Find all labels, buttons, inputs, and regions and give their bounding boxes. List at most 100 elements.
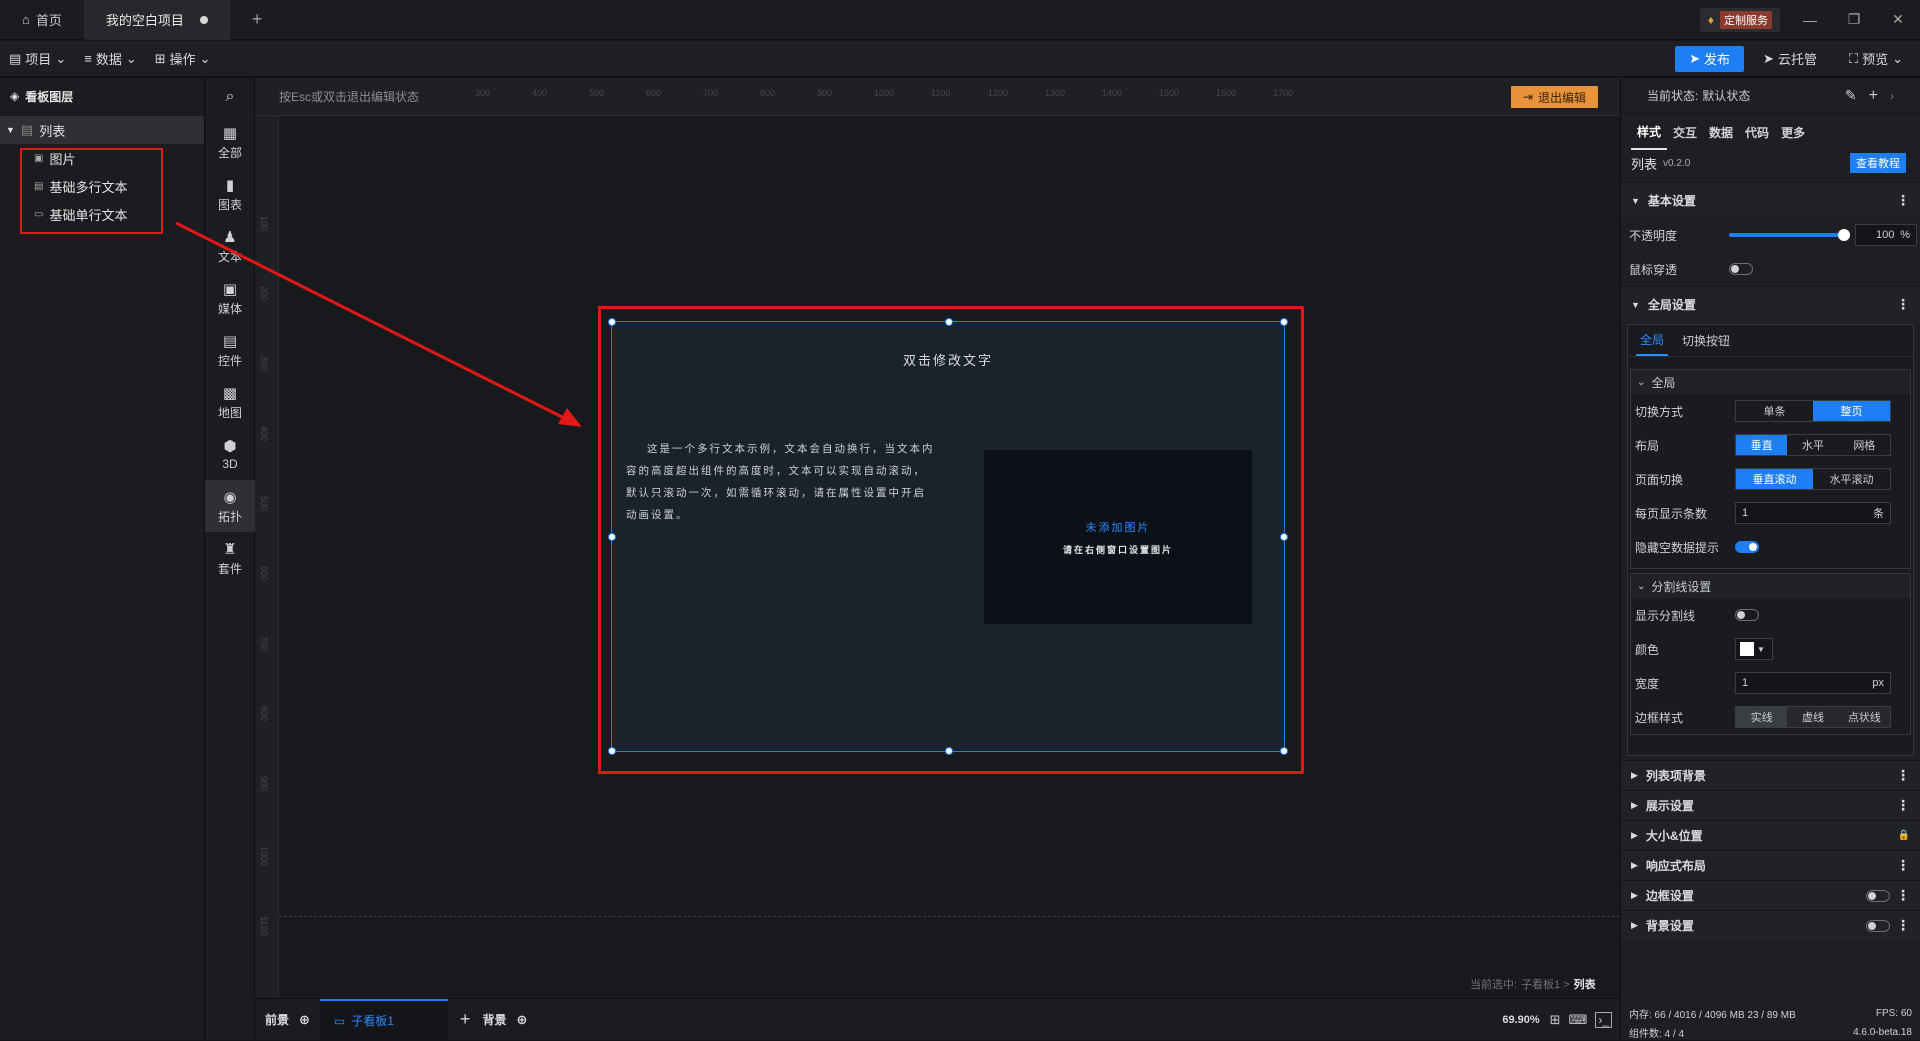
layout-segment[interactable]: 垂直 水平 网格 xyxy=(1735,434,1891,456)
section-collapsed[interactable]: ▶ 列表项背景 ⋮ xyxy=(1621,760,1920,790)
color-picker[interactable]: ▼ xyxy=(1735,638,1773,660)
resize-handle[interactable] xyxy=(945,747,953,755)
section-basic-settings[interactable]: ▼ 基本设置 ⋮ xyxy=(1621,182,1920,218)
menu-project[interactable]: ▤ 项目 ⌄ xyxy=(0,49,75,68)
keyboard-icon[interactable]: ⌨ xyxy=(1569,1012,1588,1028)
width-input[interactable]: 1 px xyxy=(1735,672,1891,694)
per-page-input[interactable]: 1 条 xyxy=(1735,502,1891,524)
tool-chart[interactable]: ▮ 图表 xyxy=(205,168,255,220)
option-horizontal-scroll[interactable]: 水平滚动 xyxy=(1813,469,1890,489)
tab-project[interactable]: 我的空白项目 xyxy=(83,0,230,40)
option-horizontal[interactable]: 水平 xyxy=(1787,435,1838,455)
tool-kit[interactable]: ♜ 套件 xyxy=(205,532,255,584)
section-global-settings[interactable]: ▼ 全局设置 ⋮ xyxy=(1621,286,1920,322)
tool-cube[interactable]: ⬢ 3D xyxy=(205,428,255,480)
foreground-tab[interactable]: 前景 ⊕ xyxy=(255,1011,320,1028)
ruler-tick-label: 600 xyxy=(646,88,662,98)
resize-handle[interactable] xyxy=(1280,747,1288,755)
option-solid[interactable]: 实线 xyxy=(1736,707,1788,727)
tab-home[interactable]: ⌂ 首页 xyxy=(0,0,84,40)
tool-topology[interactable]: ◉ 拓扑 xyxy=(205,480,255,532)
add-icon[interactable]: + xyxy=(1869,87,1878,105)
opacity-input[interactable]: 100 % xyxy=(1855,224,1917,246)
fit-screen-icon[interactable]: ⊞ xyxy=(1550,1012,1561,1028)
tutorial-button[interactable]: 查看教程 xyxy=(1850,153,1906,173)
edit-icon[interactable]: ✎ xyxy=(1845,87,1857,104)
hide-empty-toggle[interactable] xyxy=(1735,541,1759,553)
resize-handle[interactable] xyxy=(945,318,953,326)
resize-handle[interactable] xyxy=(608,318,616,326)
option-vertical-scroll[interactable]: 垂直滚动 xyxy=(1736,469,1813,489)
section-collapsed[interactable]: ▶ 背景设置 ⋮ xyxy=(1621,910,1920,940)
exit-edit-button[interactable]: ⇥ 退出编辑 xyxy=(1510,86,1598,108)
divider-sub-header[interactable]: ⌄ 分割线设置 xyxy=(1631,574,1910,598)
props-tab[interactable]: 样式 xyxy=(1631,115,1668,150)
restore-icon[interactable]: ❐ xyxy=(1832,0,1876,40)
tab-switch-button[interactable]: 切换按钮 xyxy=(1682,332,1730,349)
section-collapsed[interactable]: ▶ 大小&位置 🔒 xyxy=(1621,820,1920,850)
more-icon[interactable]: ⋮ xyxy=(1896,797,1910,814)
option-page[interactable]: 整页 xyxy=(1813,401,1890,421)
resize-handle[interactable] xyxy=(608,533,616,541)
cloud-button[interactable]: ➤ 云托管 xyxy=(1754,49,1826,68)
page-switch-segment[interactable]: 垂直滚动 水平滚动 xyxy=(1735,468,1891,490)
resize-handle[interactable] xyxy=(608,747,616,755)
list-component[interactable]: 双击修改文字 这是一个多行文本示例，文本会自动换行，当文本内容的高度超出组件的高… xyxy=(608,318,1288,755)
minimize-icon[interactable]: — xyxy=(1788,0,1832,40)
props-tab[interactable]: 更多 xyxy=(1775,116,1811,149)
more-icon[interactable]: ⋮ xyxy=(1896,296,1910,313)
option-grid[interactable]: 网格 xyxy=(1839,435,1890,455)
custom-service-button[interactable]: ♦ 定制服务 xyxy=(1699,7,1780,32)
image-placeholder[interactable]: 未添加图片 请在右侧窗口设置图片 xyxy=(984,450,1252,624)
section-toggle[interactable] xyxy=(1866,889,1890,902)
section-toggle[interactable] xyxy=(1866,919,1890,932)
component-multiline-text[interactable]: 这是一个多行文本示例，文本会自动换行，当文本内容的高度超出组件的高度时，文本可以… xyxy=(626,438,936,526)
props-tab[interactable]: 交互 xyxy=(1667,116,1703,149)
resize-handle[interactable] xyxy=(1280,318,1288,326)
props-tab[interactable]: 数据 xyxy=(1703,116,1739,149)
opacity-slider-handle[interactable] xyxy=(1838,229,1850,241)
section-collapsed[interactable]: ▶ 边框设置 ⋮ xyxy=(1621,880,1920,910)
tab-global[interactable]: 全局 xyxy=(1636,325,1669,356)
border-style-segment[interactable]: 实线 虚线 点状线 xyxy=(1735,706,1891,728)
global-sub-header[interactable]: ⌄ 全局 xyxy=(1631,370,1910,394)
menu-data[interactable]: ≡ 数据 ⌄ xyxy=(75,49,146,68)
more-icon[interactable]: ⋮ xyxy=(1896,887,1910,904)
resize-handle[interactable] xyxy=(1280,533,1288,541)
option-dotted[interactable]: 点状线 xyxy=(1839,707,1890,727)
option-dashed[interactable]: 虚线 xyxy=(1787,707,1838,727)
section-collapsed[interactable]: ▶ 展示设置 ⋮ xyxy=(1621,790,1920,820)
component-title[interactable]: 双击修改文字 xyxy=(612,350,1284,369)
chevron-right-icon[interactable]: › xyxy=(1890,89,1894,103)
background-tab[interactable]: 背景 ⊕ xyxy=(482,1011,527,1028)
zoom-level[interactable]: 69.90% xyxy=(1502,1014,1539,1026)
publish-button[interactable]: ➤ 发布 xyxy=(1675,45,1745,72)
option-vertical[interactable]: 垂直 xyxy=(1736,435,1788,455)
add-board-button[interactable]: + xyxy=(448,1009,483,1030)
opacity-slider[interactable] xyxy=(1729,229,1850,241)
menu-operate[interactable]: ⊞ 操作 ⌄ xyxy=(146,49,220,68)
preview-button[interactable]: ⛶ 预览 ⌄ xyxy=(1840,49,1912,68)
more-icon[interactable]: ⋮ xyxy=(1896,192,1910,209)
more-icon[interactable]: ⋮ xyxy=(1896,767,1910,784)
add-circle-icon[interactable]: ⊕ xyxy=(516,1012,527,1028)
show-divider-toggle[interactable] xyxy=(1735,609,1759,621)
more-icon[interactable]: ⋮ xyxy=(1896,857,1910,874)
section-collapsed[interactable]: ▶ 响应式布局 ⋮ xyxy=(1621,850,1920,880)
tool-search[interactable]: ⌕ xyxy=(205,78,255,116)
tool-grid[interactable]: ▦ 全部 xyxy=(205,116,255,168)
new-tab-button[interactable]: + xyxy=(230,0,285,40)
props-tab[interactable]: 代码 xyxy=(1739,116,1775,149)
option-single[interactable]: 单条 xyxy=(1736,401,1813,421)
more-icon[interactable]: ⋮ xyxy=(1896,917,1910,934)
add-circle-icon[interactable]: ⊕ xyxy=(299,1012,310,1028)
switch-mode-segment[interactable]: 单条 整页 xyxy=(1735,400,1891,422)
hide-empty-row: 隐藏空数据提示 xyxy=(1631,530,1910,564)
terminal-icon[interactable]: ›_ xyxy=(1595,1011,1612,1028)
close-icon[interactable]: ✕ xyxy=(1876,0,1920,40)
mouse-through-toggle[interactable] xyxy=(1729,263,1753,275)
subboard-tab[interactable]: ▭ 子看板1 xyxy=(319,998,448,1041)
collapsed-sections: ▶ 列表项背景 ⋮ ▶ 展示设置 ⋮ ▶ 大小&位置 🔒 ▶ 响应式布局 ⋮ ▶ 边框设置 ⋮ ▶ 背景设置 ⋮ xyxy=(1621,760,1920,940)
lock-icon[interactable]: 🔒 xyxy=(1898,830,1910,841)
layer-list-root[interactable]: ▼ ▤ 列表 xyxy=(0,116,204,144)
